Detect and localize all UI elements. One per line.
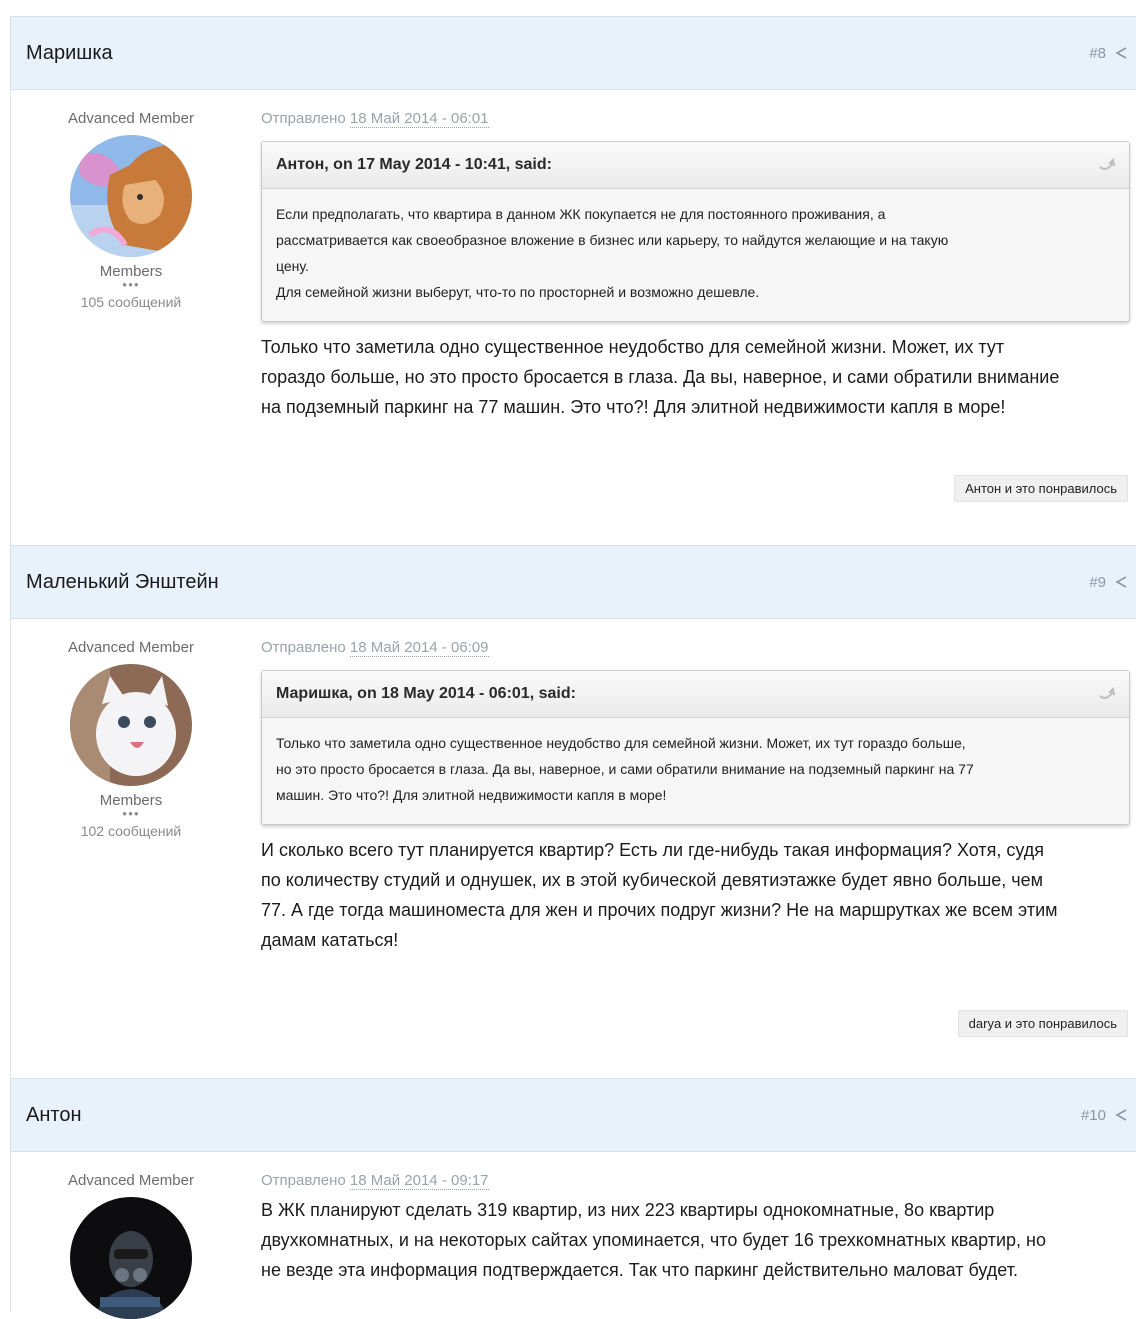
author-info: Advanced Member Members ●●● 105 сообщени… — [11, 90, 251, 310]
post-8: Маришка #8 Advanced Member Members ●●● 1… — [10, 16, 1136, 545]
quote-line: Если предполагать, что квартира в данном… — [276, 206, 886, 222]
post-body: Advanced Member Members ●●● 102 сообщени… — [10, 619, 1136, 1079]
share-icon[interactable] — [1114, 1108, 1128, 1122]
posted-label: Отправлено — [261, 639, 346, 656]
quote-header: Антон, on 17 May 2014 - 10:41, said: — [262, 142, 1129, 189]
posted-date-link[interactable]: 18 Май 2014 - 06:01 — [349, 110, 489, 128]
author-info: Advanced Member — [11, 1152, 251, 1319]
text-line: гораздо больше, но это просто бросается … — [261, 367, 1060, 387]
author-info: Advanced Member Members ●●● 102 сообщени… — [11, 619, 251, 839]
member-title: Advanced Member — [68, 110, 194, 127]
avatar[interactable] — [70, 135, 192, 257]
quote-line: цену. — [276, 258, 309, 274]
quote-citation: Маришка, on 18 May 2014 - 06:01, said: — [276, 685, 576, 702]
likes-badge[interactable]: Антон и это понравилось — [954, 475, 1128, 502]
post-count: 105 сообщений — [80, 294, 182, 310]
text-line: на подземный паркинг на 77 машин. Это чт… — [261, 397, 1006, 417]
post-text: В ЖК планируют сделать 319 квартир, из н… — [261, 1195, 1134, 1285]
rank-pips: ●●● — [122, 809, 140, 818]
author-name-link[interactable]: Маришка — [26, 42, 113, 65]
quote-text: Только что заметила одно существенное не… — [262, 718, 1129, 824]
post-number-link[interactable]: #9 — [1089, 574, 1128, 591]
posted-date-link[interactable]: 18 Май 2014 - 06:09 — [349, 639, 489, 657]
post-count: 102 сообщений — [80, 823, 182, 839]
quote-line: машин. Это что?! Для элитной недвижимост… — [276, 787, 667, 803]
view-quote-icon[interactable] — [1097, 158, 1115, 172]
share-icon[interactable] — [1114, 575, 1128, 589]
post-9: Маленький Энштейн #9 Advanced Member Mem… — [10, 545, 1136, 1079]
author-name-link[interactable]: Маленький Энштейн — [26, 571, 219, 594]
member-title: Advanced Member — [68, 1172, 194, 1189]
posted-label: Отправлено — [261, 1172, 346, 1189]
post-number[interactable]: #8 — [1089, 45, 1106, 62]
avatar[interactable] — [70, 1197, 192, 1319]
post-body: Advanced Member Отправлено 18 Май 2014 -… — [10, 1152, 1136, 1319]
post-content: Отправлено 18 Май 2014 - 06:09 Маришка, … — [261, 619, 1134, 955]
post-content: Отправлено 18 Май 2014 - 09:17 В ЖК план… — [261, 1152, 1134, 1285]
posted-date: Отправлено 18 Май 2014 - 06:01 — [261, 110, 1134, 128]
text-line: не везде эта информация подтверждается. … — [261, 1260, 1018, 1280]
post-number[interactable]: #9 — [1089, 574, 1106, 591]
quote-line: но это просто бросается в глаза. Да вы, … — [276, 761, 974, 777]
rank-pips: ●●● — [122, 280, 140, 289]
posted-date-link[interactable]: 18 Май 2014 - 09:17 — [349, 1172, 489, 1190]
share-icon[interactable] — [1114, 46, 1128, 60]
posted-label: Отправлено — [261, 110, 346, 127]
post-number[interactable]: #10 — [1081, 1107, 1106, 1124]
post-text: И сколько всего тут планируется квартир?… — [261, 835, 1134, 955]
text-line: И сколько всего тут планируется квартир?… — [261, 840, 1045, 860]
text-line: двухкомнатных, и на некоторых сайтах упо… — [261, 1230, 1046, 1250]
quote-block: Маришка, on 18 May 2014 - 06:01, said: Т… — [261, 670, 1130, 825]
post-text: Только что заметила одно существенное не… — [261, 332, 1134, 422]
post-content: Отправлено 18 Май 2014 - 06:01 Антон, on… — [261, 90, 1134, 422]
view-quote-icon[interactable] — [1097, 687, 1115, 701]
text-line: Только что заметила одно существенное не… — [261, 337, 1005, 357]
posted-date: Отправлено 18 Май 2014 - 09:17 — [261, 1172, 1134, 1190]
text-line: дамам кататься! — [261, 930, 399, 950]
post-body: Advanced Member Members ●●● 105 сообщени… — [10, 90, 1136, 545]
text-line: В ЖК планируют сделать 319 квартир, из н… — [261, 1200, 995, 1220]
quote-text: Если предполагать, что квартира в данном… — [262, 189, 1129, 321]
quote-block: Антон, on 17 May 2014 - 10:41, said: Есл… — [261, 141, 1130, 322]
text-line: 77. А где тогда машиноместа для жен и пр… — [261, 900, 1058, 920]
quote-line: Для семейной жизни выберут, что-то по пр… — [276, 284, 760, 300]
quote-line: Только что заметила одно существенное не… — [276, 735, 966, 751]
quote-header: Маришка, on 18 May 2014 - 06:01, said: — [262, 671, 1129, 718]
avatar[interactable] — [70, 664, 192, 786]
post-10: Антон #10 Advanced Member Отправлено 18 … — [10, 1078, 1136, 1319]
member-group: Members — [99, 263, 163, 280]
post-number-link[interactable]: #10 — [1081, 1107, 1128, 1124]
text-line: по количеству студий и однушек, их в это… — [261, 870, 1044, 890]
quote-citation: Антон, on 17 May 2014 - 10:41, said: — [276, 156, 552, 173]
likes-badge[interactable]: darya и это понравилось — [957, 1010, 1128, 1037]
post-header: Антон #10 — [10, 1078, 1136, 1152]
post-header: Маленький Энштейн #9 — [10, 545, 1136, 619]
posted-date: Отправлено 18 Май 2014 - 06:09 — [261, 639, 1134, 657]
quote-line: рассматривается как своеобразное вложени… — [276, 232, 949, 248]
member-group: Members — [99, 792, 163, 809]
post-number-link[interactable]: #8 — [1089, 45, 1128, 62]
member-title: Advanced Member — [68, 639, 194, 656]
author-name-link[interactable]: Антон — [26, 1104, 82, 1127]
post-header: Маришка #8 — [10, 16, 1136, 90]
